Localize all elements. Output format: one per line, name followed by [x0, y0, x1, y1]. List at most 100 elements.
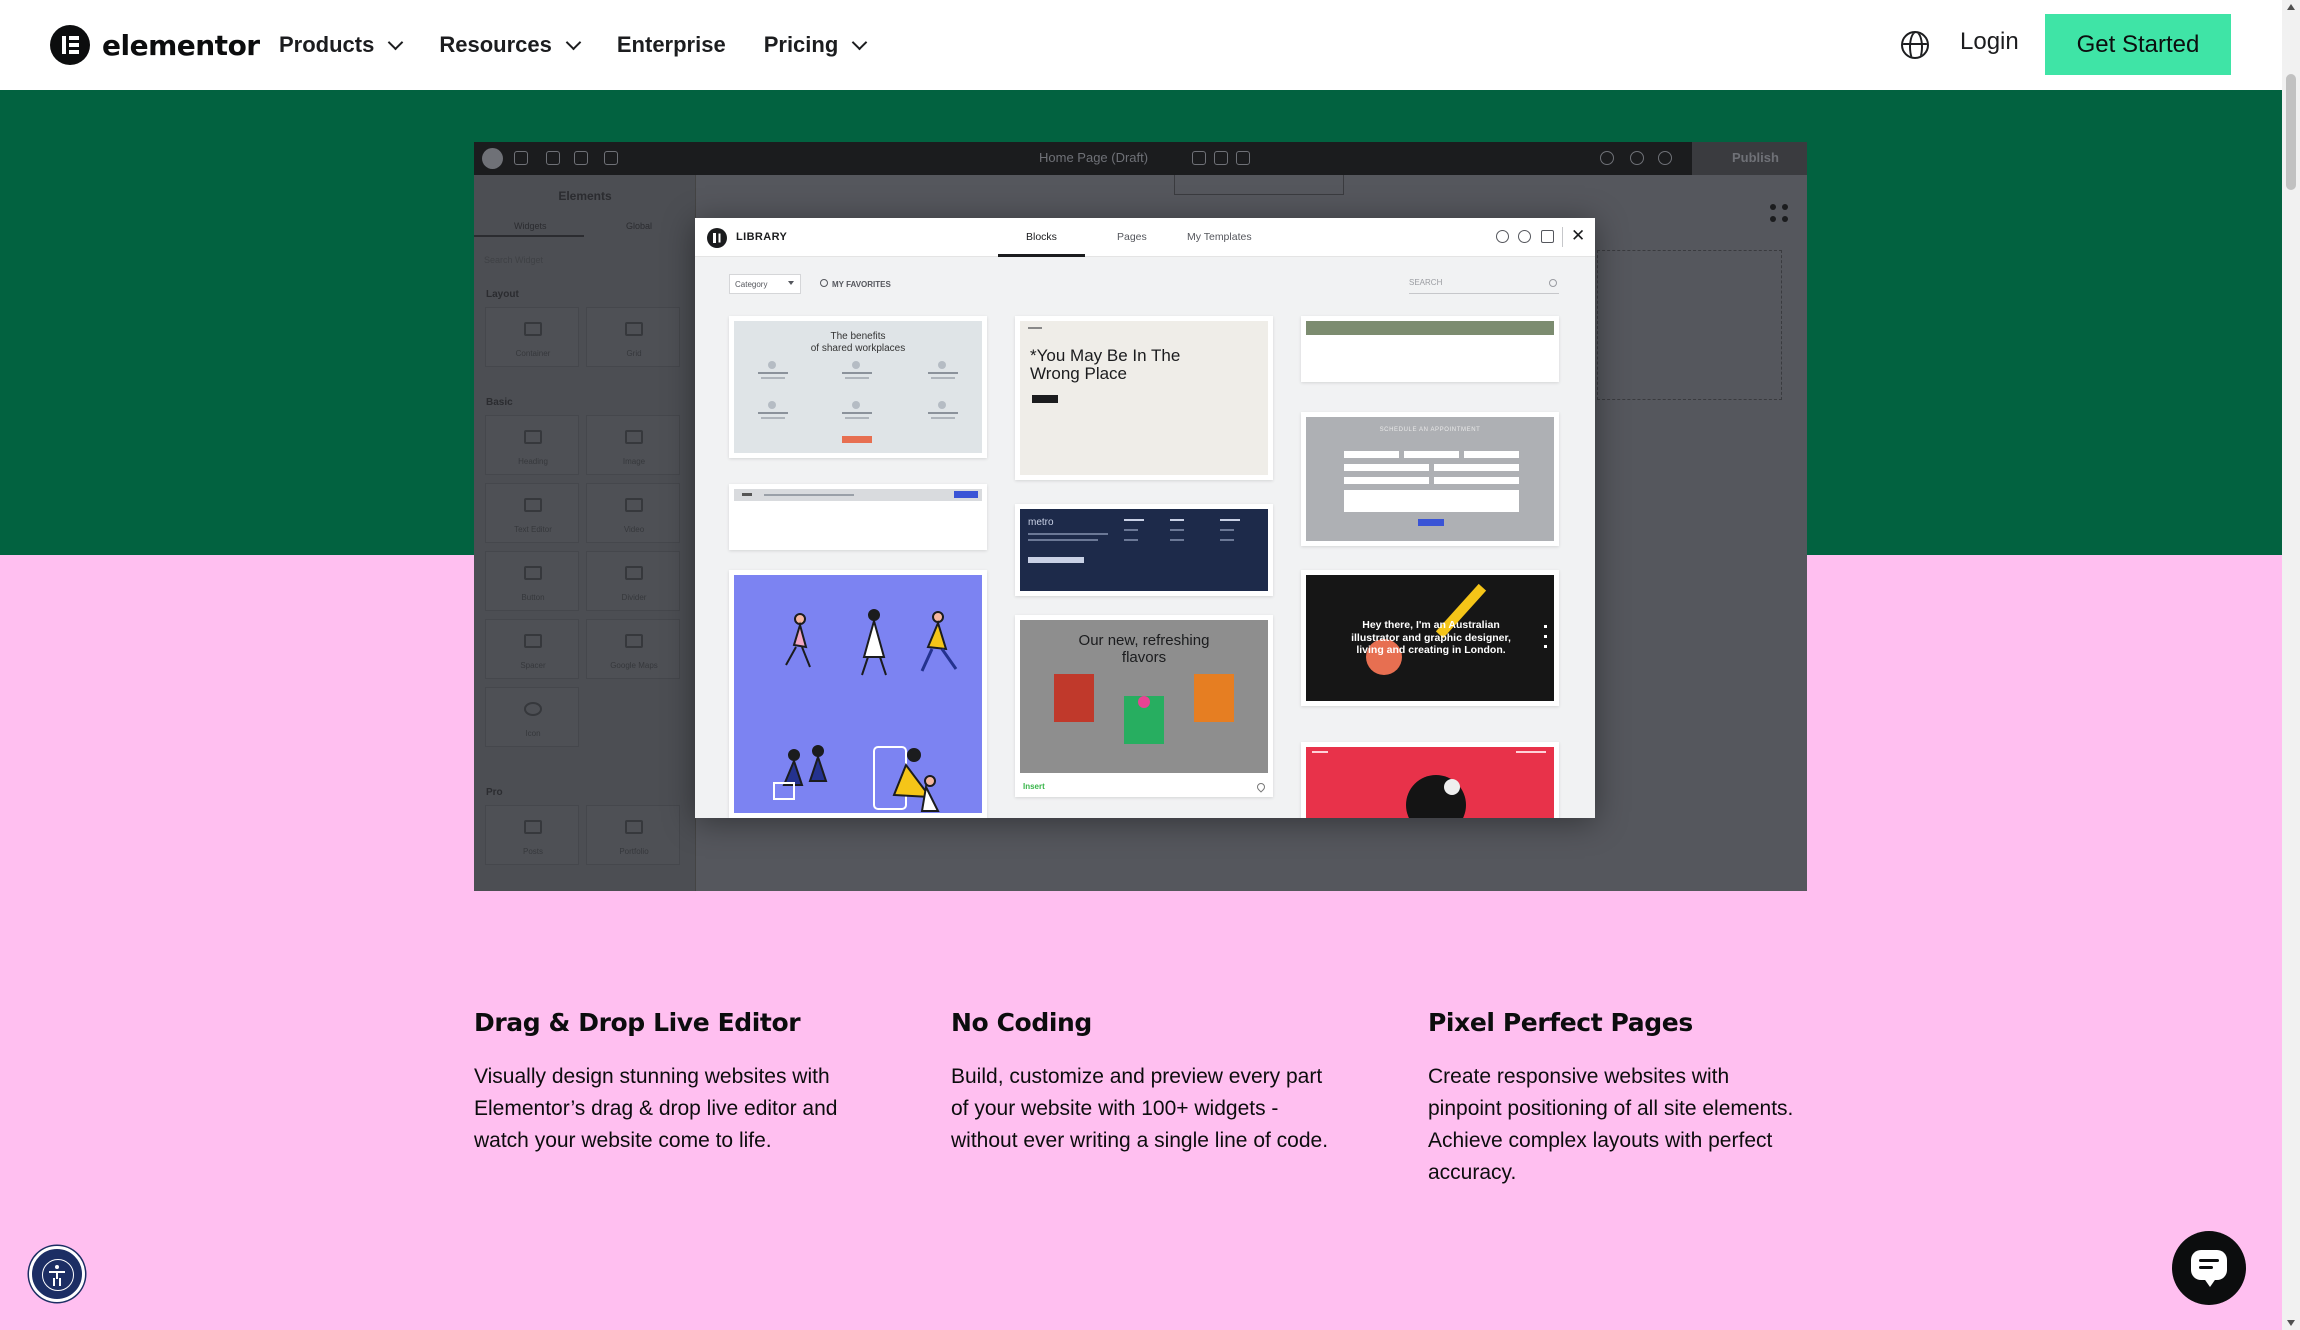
- feature-pixel-perfect: Pixel Perfect Pages Create responsive we…: [1428, 1008, 1808, 1189]
- favorites-toggle[interactable]: MY FAVORITES: [820, 279, 891, 289]
- category-select[interactable]: Category: [729, 274, 801, 294]
- widget-label: Heading: [518, 457, 548, 466]
- canvas-drop-area: [1597, 250, 1782, 400]
- chat-icon: [2191, 1250, 2227, 1287]
- template-metro-footer[interactable]: metro: [1015, 504, 1273, 596]
- feature-no-coding: No Coding Build, customize and preview e…: [951, 1008, 1331, 1157]
- editor-page-title: Home Page (Draft): [1039, 150, 1149, 165]
- widget-label: Container: [515, 349, 551, 358]
- help-icon: [1630, 151, 1644, 165]
- nav-enterprise-label: Enterprise: [616, 32, 726, 57]
- tablet-icon: [1214, 151, 1228, 165]
- nav-resources[interactable]: Resources: [439, 32, 582, 58]
- library-search-input[interactable]: SEARCH: [1409, 278, 1559, 294]
- desktop-icon: [1192, 151, 1206, 165]
- widget-search: Search Widget: [484, 255, 544, 265]
- nav-pricing[interactable]: Pricing: [763, 32, 868, 58]
- template-flavors[interactable]: Our new, refreshing flavors Insert: [1015, 615, 1273, 797]
- page-scrollbar[interactable]: [2282, 0, 2300, 1330]
- section-pro: Pro: [486, 787, 503, 798]
- add-icon: [514, 151, 528, 165]
- feature-title: Pixel Perfect Pages: [1428, 1008, 1693, 1037]
- feature-title: No Coding: [951, 1008, 1092, 1037]
- tab-my-templates[interactable]: My Templates: [1187, 231, 1252, 243]
- chat-button[interactable]: [2172, 1231, 2246, 1305]
- widget-label: Posts: [522, 847, 543, 856]
- widget-label: Button: [521, 593, 545, 602]
- sync-icon[interactable]: [1518, 230, 1531, 243]
- elementor-logo[interactable]: elementor: [50, 25, 260, 65]
- widget-label: Divider: [621, 593, 647, 602]
- widget-google-maps: Google Maps: [586, 619, 680, 679]
- tab-indicator: [474, 235, 584, 237]
- tab-pages[interactable]: Pages: [1117, 231, 1147, 243]
- nav-enterprise[interactable]: Enterprise: [617, 32, 726, 58]
- template-title: SCHEDULE AN APPOINTMENT: [1379, 427, 1481, 433]
- elementor-logo-icon: [50, 25, 90, 65]
- search-icon: [1600, 151, 1614, 165]
- nav-resources-label: Resources: [439, 32, 552, 57]
- template-wrong-place[interactable]: *You May Be In The Wrong Place: [1015, 316, 1273, 480]
- tab-widgets: Widgets: [514, 221, 547, 231]
- template-red-hero[interactable]: [1301, 742, 1559, 818]
- preview-eye-icon: [1658, 151, 1672, 165]
- widget-posts: Posts: [485, 805, 579, 865]
- sidebar-title: Elements: [558, 189, 612, 203]
- widget-icon: Icon: [485, 687, 579, 747]
- editor-logo-icon: [482, 148, 503, 169]
- library-title: LIBRARY: [736, 231, 788, 243]
- template-shared-workplaces[interactable]: The benefits of shared workplaces: [729, 316, 987, 458]
- template-illustrator-intro[interactable]: Hey there, I'm an Australian illustrator…: [1301, 570, 1559, 706]
- tab-global: Global: [626, 221, 653, 231]
- scroll-up-arrow-icon[interactable]: [2287, 4, 2295, 10]
- accessibility-button[interactable]: [29, 1246, 85, 1302]
- widget-label: Spacer: [520, 661, 546, 670]
- widget-portfolio: Portfolio: [586, 805, 680, 865]
- header-divider: [1562, 227, 1563, 247]
- widget-divider: Divider: [586, 551, 680, 611]
- close-icon[interactable]: ✕: [1571, 227, 1585, 244]
- library-header: LIBRARY Blocks Pages My Templates ✕: [695, 218, 1595, 257]
- publish-button: Publish: [1692, 142, 1807, 175]
- widget-container: Container: [485, 307, 579, 367]
- scroll-down-arrow-icon[interactable]: [2287, 1320, 2295, 1326]
- feature-text: Build, customize and preview every part …: [951, 1065, 1329, 1152]
- settings-icon: [546, 151, 560, 165]
- editor-topbar: Home Page (Draft) Publish: [474, 142, 1807, 175]
- widget-label: Icon: [525, 729, 541, 738]
- nav-products[interactable]: Products: [279, 32, 404, 58]
- canvas-section-outline: [1174, 175, 1344, 195]
- favorite-heart-icon[interactable]: [1255, 781, 1267, 793]
- template-title: *You May Be In The Wrong Place: [1030, 346, 1181, 383]
- library-logo-icon: [707, 228, 727, 248]
- feature-text: Visually design stunning websites with E…: [474, 1065, 838, 1152]
- widget-text-editor: Text Editor: [485, 483, 579, 543]
- tab-blocks[interactable]: Blocks: [1026, 231, 1057, 243]
- chevron-down-icon: [565, 34, 582, 50]
- widget-label: Video: [623, 525, 645, 534]
- template-title: metro: [1028, 517, 1054, 528]
- site-header: elementor Products Resources Enterprise …: [0, 0, 2282, 90]
- layers-icon: [574, 151, 588, 165]
- template-title: Hey there, I'm an Australian illustrator…: [1351, 619, 1511, 657]
- widget-image: Image: [586, 415, 680, 475]
- feature-text: Create responsive websites with pinpoint…: [1428, 1065, 1794, 1184]
- template-people-illustration[interactable]: [729, 570, 987, 818]
- people-illustration: [773, 609, 958, 812]
- info-icon[interactable]: [1496, 230, 1509, 243]
- get-started-button[interactable]: Get Started: [2045, 14, 2231, 75]
- save-icon[interactable]: [1541, 230, 1554, 243]
- widget-spacer: Spacer: [485, 619, 579, 679]
- template-green-bar[interactable]: [1301, 316, 1559, 382]
- template-nav-bar[interactable]: [729, 484, 987, 550]
- globe-icon[interactable]: [1901, 31, 1929, 59]
- widget-grid: Grid: [586, 307, 680, 367]
- template-appointment-form[interactable]: SCHEDULE AN APPOINTMENT: [1301, 412, 1559, 546]
- logo-wordmark: elementor: [102, 28, 260, 62]
- widget-heading: Heading: [485, 415, 579, 475]
- template-title: The benefits of shared workplaces: [810, 331, 906, 354]
- insert-button[interactable]: Insert: [1023, 782, 1045, 791]
- login-link[interactable]: Login: [1960, 28, 2019, 56]
- scroll-thumb[interactable]: [2286, 74, 2296, 190]
- nav-pricing-label: Pricing: [763, 32, 839, 57]
